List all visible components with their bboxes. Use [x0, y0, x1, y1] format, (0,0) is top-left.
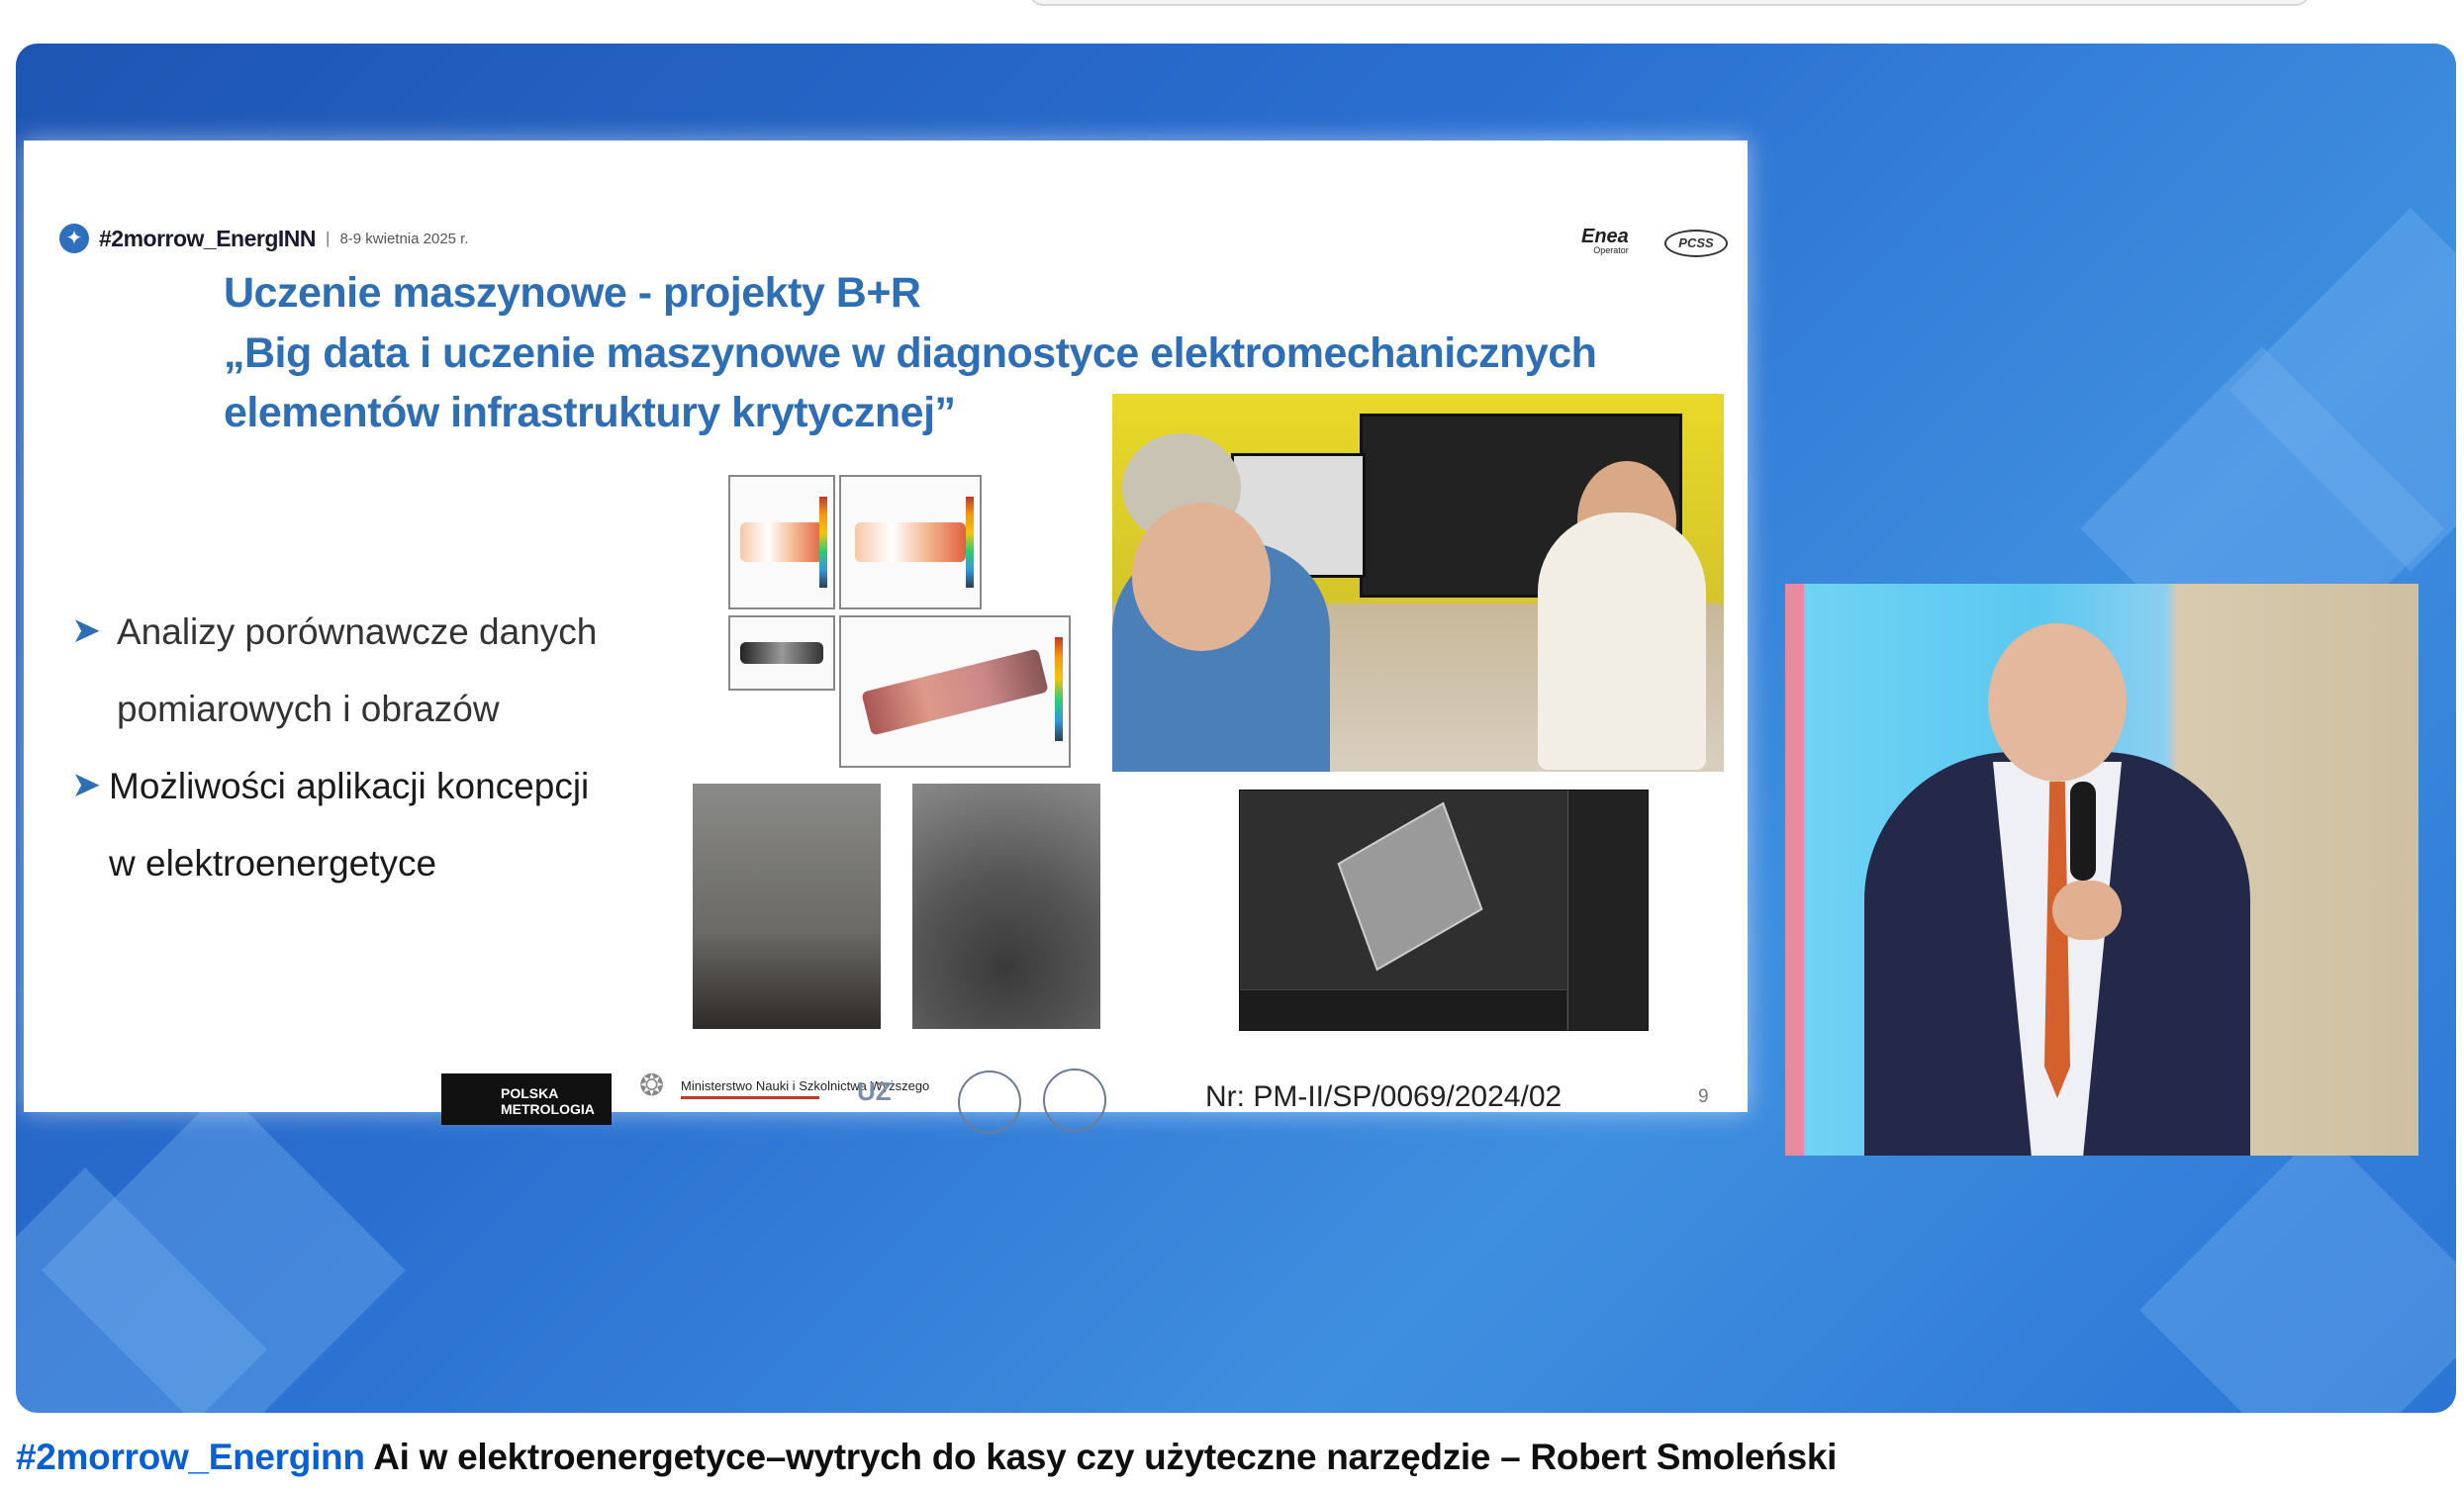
speaker-video-feed: [1785, 584, 2418, 1156]
person: [1538, 512, 1706, 770]
slide-title-line-1: Uczenie maszynowe - projekty B+R: [224, 269, 921, 317]
heatmap-image: [855, 522, 966, 562]
speaker-hand: [2052, 881, 2122, 940]
speaker-head: [1988, 623, 2127, 782]
microscope-photo: [693, 784, 881, 1029]
bullet-2-line-1: Możliwości aplikacji koncepcji: [109, 766, 590, 806]
background-decoration: [2139, 1128, 2456, 1413]
person: [1132, 503, 1271, 651]
video-title-text: Ai w elektroenergetyce–wytrych do kasy c…: [364, 1437, 1838, 1477]
pcss-logo: PCSS: [1664, 230, 1728, 257]
event-name: #2morrow_EnergINN: [99, 225, 317, 251]
arrow-bullet-icon: ➤: [71, 609, 102, 650]
slide-page-number: 9: [1698, 1086, 1709, 1107]
event-date: 8-9 kwietnia 2025 r.: [339, 230, 469, 247]
cad-console: [1240, 989, 1566, 1030]
enea-logo-text: Enea: [1581, 226, 1629, 247]
slide-title-line-3: elementów infrastruktury krytycznej”: [224, 389, 956, 436]
politechnika-opolska-seal-logo: [1043, 1069, 1106, 1132]
arrow-bullet-icon: ➤: [71, 764, 102, 804]
3d-model: [1337, 801, 1483, 972]
measurement-panel: [728, 615, 835, 691]
video-hashtag-link[interactable]: #2morrow_Energinn: [16, 1437, 365, 1477]
heatmap-image: [740, 522, 823, 562]
lab-photo: [1112, 394, 1724, 772]
measurement-panel: [839, 475, 982, 609]
project-number: Nr: PM-II/SP/0069/2024/02: [1205, 1080, 1563, 1113]
bullet-2-line-2: w elektroenergetyce: [109, 843, 437, 884]
measurement-panel: [839, 615, 1071, 768]
color-scale: [819, 497, 827, 589]
measurement-panel: [728, 475, 835, 609]
university-seal-logo: [958, 1071, 1021, 1134]
event-star-icon: ✦: [59, 224, 89, 253]
video-title: #2morrow_Energinn Ai w elektroenergetyce…: [16, 1437, 1837, 1478]
cad-software-screenshot: [1239, 790, 1649, 1031]
bullet-1-line-2: pomiarowych i obrazów: [117, 689, 500, 729]
cad-side-panel: [1567, 791, 1648, 1030]
microscope-photo: [912, 784, 1100, 1029]
bullet-1-line-1: Analizy porównawcze danych: [117, 611, 598, 652]
polska-metrologia-logo: POLSKA METROLOGIA: [441, 1073, 612, 1125]
enea-logo: Enea Operator: [1581, 226, 1629, 255]
uz-logo: UZ: [857, 1076, 892, 1106]
microphone: [2070, 782, 2096, 881]
event-logo: ✦ #2morrow_EnergINN | 8-9 kwietnia 2025 …: [59, 224, 469, 253]
event-separator: |: [326, 229, 331, 247]
color-scale: [1055, 637, 1063, 741]
search-bar-remnant[interactable]: [1029, 0, 2310, 6]
3d-heatmap-image: [861, 647, 1049, 736]
color-scale: [966, 497, 974, 589]
grayscale-image: [740, 642, 823, 664]
slide-title-line-2: „Big data i uczenie maszynowe w diagnost…: [224, 329, 1597, 377]
